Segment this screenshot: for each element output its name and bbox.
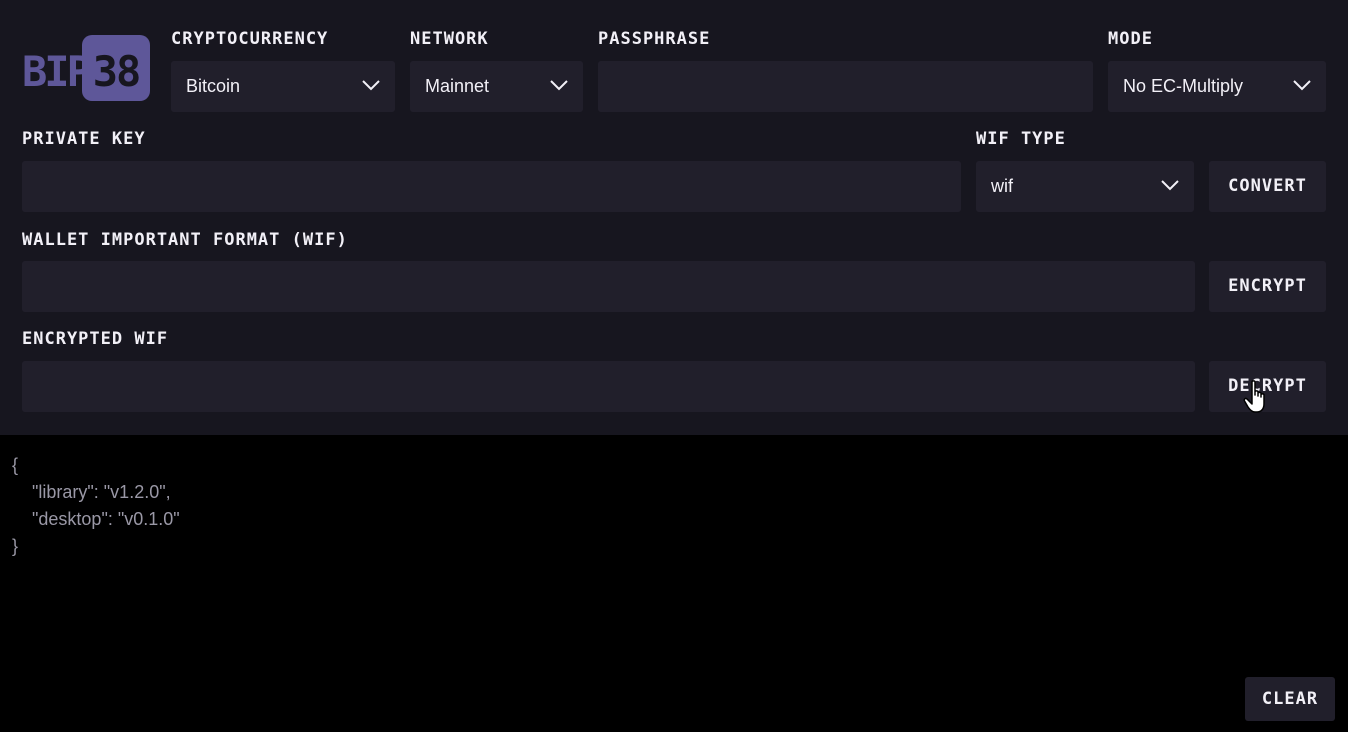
network-select[interactable]: Mainnet	[410, 61, 583, 112]
cryptocurrency-label: CRYPTOCURRENCY	[171, 29, 329, 49]
private-key-label: PRIVATE KEY	[22, 129, 146, 149]
output-line: }	[12, 536, 19, 556]
chevron-down-icon	[1161, 180, 1179, 191]
wif-label: WALLET IMPORTANT FORMAT (WIF)	[22, 230, 348, 250]
wif-input[interactable]	[22, 261, 1195, 312]
convert-button[interactable]: CONVERT	[1209, 161, 1326, 212]
cryptocurrency-select[interactable]: Bitcoin	[171, 61, 395, 112]
output-line: {	[12, 455, 19, 475]
private-key-input[interactable]	[22, 161, 961, 212]
passphrase-label: PASSPHRASE	[598, 29, 711, 49]
output-line: "desktop": "v0.1.0"	[12, 509, 180, 529]
network-value: Mainnet	[425, 76, 490, 96]
svg-text:38: 38	[93, 47, 140, 96]
form-panel: BIP 38 CRYPTOCURRENCY NETWORK PASSPHRASE…	[0, 0, 1348, 435]
output-console: { "library": "v1.2.0", "desktop": "v0.1.…	[12, 452, 180, 560]
passphrase-input[interactable]	[598, 61, 1093, 112]
mode-value: No EC-Multiply	[1123, 76, 1244, 96]
chevron-down-icon	[362, 80, 380, 91]
chevron-down-icon	[550, 80, 568, 91]
encrypted-wif-label: ENCRYPTED WIF	[22, 329, 169, 349]
mode-select[interactable]: No EC-Multiply	[1108, 61, 1326, 112]
bip38-logo: BIP 38	[22, 35, 150, 101]
network-label: NETWORK	[410, 29, 489, 49]
encrypted-wif-input[interactable]	[22, 361, 1195, 412]
hand-cursor-icon	[1243, 380, 1265, 413]
wif-type-label: WIF TYPE	[976, 129, 1066, 149]
svg-text:BIP: BIP	[22, 47, 91, 96]
wif-type-select[interactable]: wif	[976, 161, 1194, 212]
chevron-down-icon	[1293, 80, 1311, 91]
mode-label: MODE	[1108, 29, 1153, 49]
cryptocurrency-value: Bitcoin	[186, 76, 241, 96]
wif-type-value: wif	[991, 176, 1013, 196]
clear-button[interactable]: CLEAR	[1245, 677, 1335, 721]
output-line: "library": "v1.2.0",	[12, 482, 171, 502]
encrypt-button[interactable]: ENCRYPT	[1209, 261, 1326, 312]
